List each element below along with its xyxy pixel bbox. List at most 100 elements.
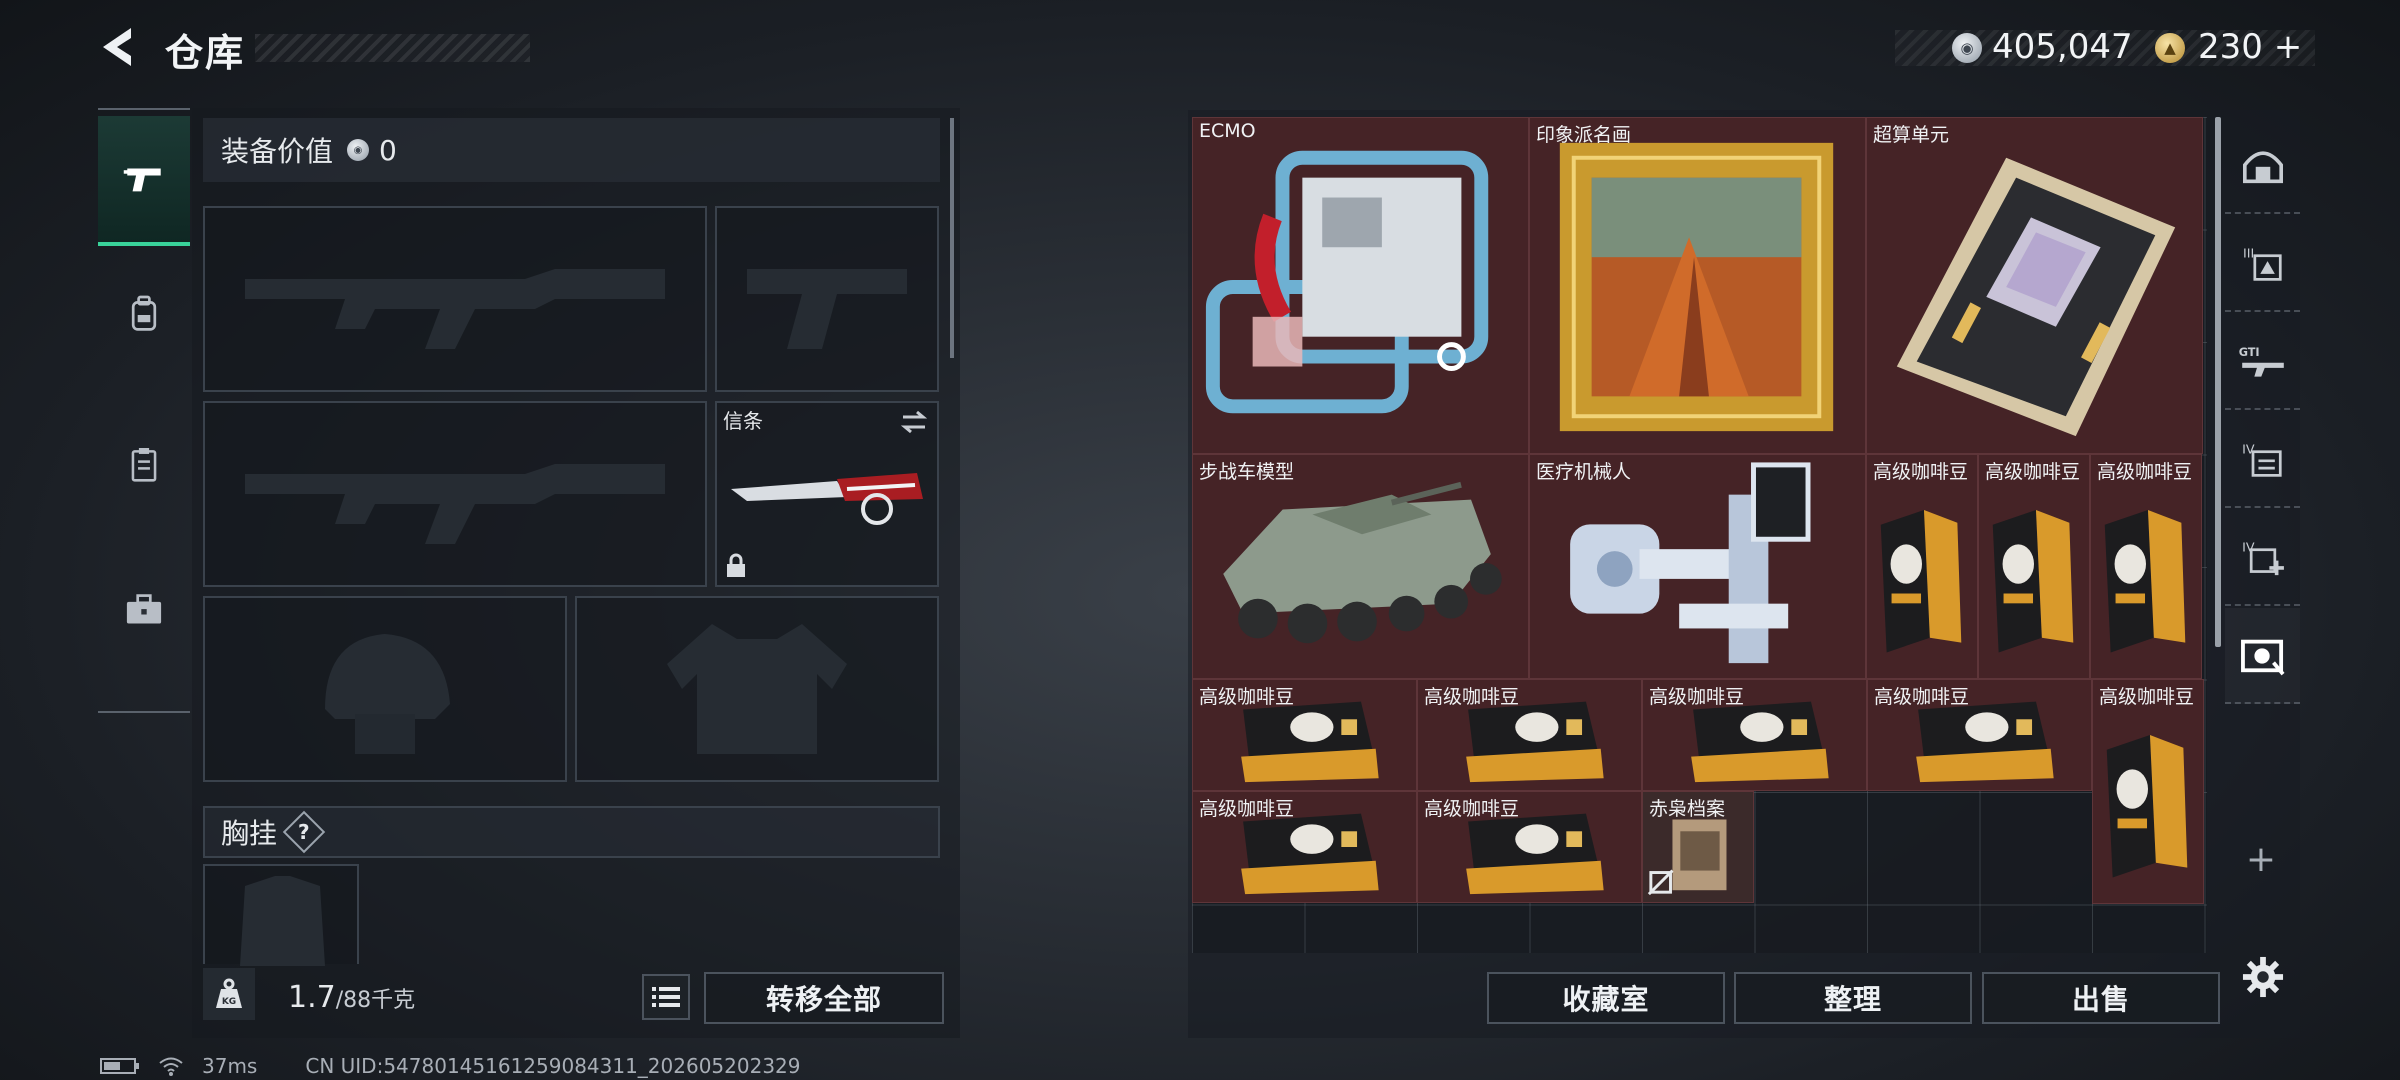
storage-item-coffee[interactable]: 高级咖啡豆: [1978, 454, 2090, 679]
status-bar: 37ms CN UID:54780145161259084311_2026052…: [100, 1054, 801, 1078]
armored-vehicle-icon: [1223, 481, 1502, 644]
storage-item-coffee[interactable]: 高级咖啡豆: [1192, 679, 1417, 791]
helmet-silhouette-icon: [205, 598, 565, 780]
pistol-icon: [123, 168, 161, 192]
storage-grid: ECMO 印象派名画 超算单元 步战车模型 医疗机械人 高级咖啡豆 高级咖啡豆 …: [1192, 117, 2207, 953]
chest-rig-silhouette-icon: [240, 876, 325, 966]
storage-item-coffee[interactable]: 高级咖啡豆: [1866, 454, 1978, 679]
helmet-slot[interactable]: [203, 596, 567, 782]
melee-slot-label: 信条: [723, 409, 763, 433]
equip-value-amount: 0: [379, 133, 397, 167]
medical-storage-icon: IV: [2242, 540, 2284, 576]
collectibles-icon: [2240, 639, 2285, 676]
user-uid: CN UID:54780145161259084311_202605202329: [305, 1054, 801, 1078]
sidearm-slot[interactable]: [715, 206, 939, 392]
rifle-silhouette-icon: [205, 208, 705, 390]
add-storage-page-button[interactable]: +: [2240, 838, 2282, 880]
storage-scrollbar[interactable]: [2215, 117, 2221, 647]
tab-toolbox[interactable]: [98, 545, 190, 675]
tab-weapons[interactable]: [98, 116, 190, 246]
list-view-button[interactable]: [642, 974, 690, 1020]
loadout-category-tabs: [98, 108, 190, 713]
coffee-bag-icon: [1992, 510, 2074, 653]
tab-storage-home[interactable]: [2225, 118, 2300, 214]
storage-item-coffee[interactable]: 高级咖啡豆: [1867, 679, 2092, 791]
weight-icon-text: KG: [222, 997, 236, 1007]
framed-painting-icon: [1559, 142, 1834, 432]
gold-currency-amount: 230: [2198, 27, 2263, 67]
melee-slot[interactable]: 信条: [715, 401, 939, 587]
storage-item-ifv-model[interactable]: 步战车模型: [1192, 454, 1529, 679]
tab-gear[interactable]: [98, 250, 190, 380]
storage-item-compute-unit[interactable]: 超算单元: [1866, 117, 2203, 454]
item-label: 高级咖啡豆: [1873, 461, 1969, 483]
equip-value-label: 装备价值: [221, 135, 334, 168]
chest-rig-label: 胸挂: [221, 817, 278, 850]
wifi-icon: [159, 1057, 183, 1076]
storage-item-dossier[interactable]: 赤枭档案: [1642, 791, 1754, 903]
item-label: ECMO: [1199, 120, 1256, 142]
circuit-board-icon: [1896, 157, 2176, 437]
back-button[interactable]: [95, 22, 145, 72]
storage-item-coffee[interactable]: 高级咖啡豆: [1642, 679, 1867, 791]
list-icon: [652, 987, 680, 1007]
storage-item-painting[interactable]: 印象派名画: [1529, 117, 1866, 454]
storage-item-medical-robot[interactable]: 医疗机械人: [1529, 454, 1866, 679]
rifle-silhouette-icon: [205, 403, 705, 585]
transfer-all-button[interactable]: 转移全部: [704, 972, 944, 1024]
gold-currency-plus[interactable]: +: [2274, 27, 2303, 67]
vest-silhouette-icon: [577, 598, 937, 780]
loadout-scrollbar[interactable]: [950, 118, 954, 358]
sell-button[interactable]: 出售: [1982, 972, 2220, 1024]
item-label: 高级咖啡豆: [1424, 798, 1520, 820]
coffee-bag-icon: [2104, 510, 2186, 653]
settings-button[interactable]: [2238, 952, 2288, 1002]
sort-button[interactable]: 整理: [1734, 972, 1972, 1024]
help-icon[interactable]: ?: [282, 810, 326, 854]
back-arrow-icon: [103, 28, 131, 66]
storage-page-4-icon: IV: [2242, 442, 2282, 477]
briefcase-icon: [126, 594, 162, 624]
item-label: 医疗机械人: [1536, 461, 1632, 483]
item-label: 高级咖啡豆: [1199, 686, 1295, 708]
tab-storage-3[interactable]: III: [2225, 216, 2300, 312]
primary-weapon-slot[interactable]: [203, 206, 707, 392]
title-decoration: [255, 34, 530, 62]
item-label: 印象派名画: [1536, 124, 1632, 146]
tab-storage-4-medical[interactable]: IV: [2225, 510, 2300, 606]
storage-item-ecmo[interactable]: ECMO: [1192, 117, 1529, 454]
equipment-value-bar: 装备价值 ◉ 0: [203, 118, 940, 182]
storage-item-coffee[interactable]: 高级咖啡豆: [2092, 679, 2204, 904]
storage-item-coffee[interactable]: 高级咖啡豆: [2090, 454, 2202, 679]
armor-slot[interactable]: [575, 596, 939, 782]
item-label: 步战车模型: [1199, 461, 1295, 483]
item-label: 高级咖啡豆: [1424, 686, 1520, 708]
storage-item-coffee[interactable]: 高级咖啡豆: [1417, 679, 1642, 791]
page-title: 仓库: [165, 31, 246, 75]
gold-currency-value[interactable]: 230 +: [2198, 27, 2302, 67]
item-label: 高级咖啡豆: [1649, 686, 1745, 708]
storage-page-tabs: III GTI IV IV: [2225, 110, 2300, 1038]
storage-item-coffee[interactable]: 高级咖啡豆: [1192, 791, 1417, 903]
swap-arrows-icon[interactable]: [899, 409, 929, 435]
secondary-weapon-slot[interactable]: [203, 401, 707, 587]
robot-arm-icon: [1570, 462, 1811, 664]
pistol-silhouette-icon: [717, 208, 937, 390]
carry-weight: 1.7/88千克: [288, 980, 415, 1015]
gear-icon: [2242, 956, 2284, 998]
item-label: 高级咖啡豆: [2099, 686, 2195, 708]
item-label: 赤枭档案: [1649, 798, 1726, 820]
tab-storage-collectibles[interactable]: [2225, 608, 2300, 704]
storage-page-3-icon: III: [2243, 246, 2282, 281]
storage-item-coffee[interactable]: 高级咖啡豆: [1417, 791, 1642, 903]
knife-icon: [731, 473, 923, 525]
chest-rig-slot[interactable]: [203, 864, 359, 966]
collection-room-button[interactable]: 收藏室: [1487, 972, 1725, 1024]
tab-storage-gti[interactable]: GTI: [2225, 314, 2300, 410]
item-label: 高级咖啡豆: [2097, 461, 2193, 483]
weight-current: 1.7: [288, 980, 336, 1015]
tab-storage-4[interactable]: IV: [2225, 412, 2300, 508]
gold-coin-icon: ▲: [2155, 33, 2185, 63]
item-label: 高级咖啡豆: [1985, 461, 2081, 483]
tab-clipboard[interactable]: [98, 400, 190, 530]
